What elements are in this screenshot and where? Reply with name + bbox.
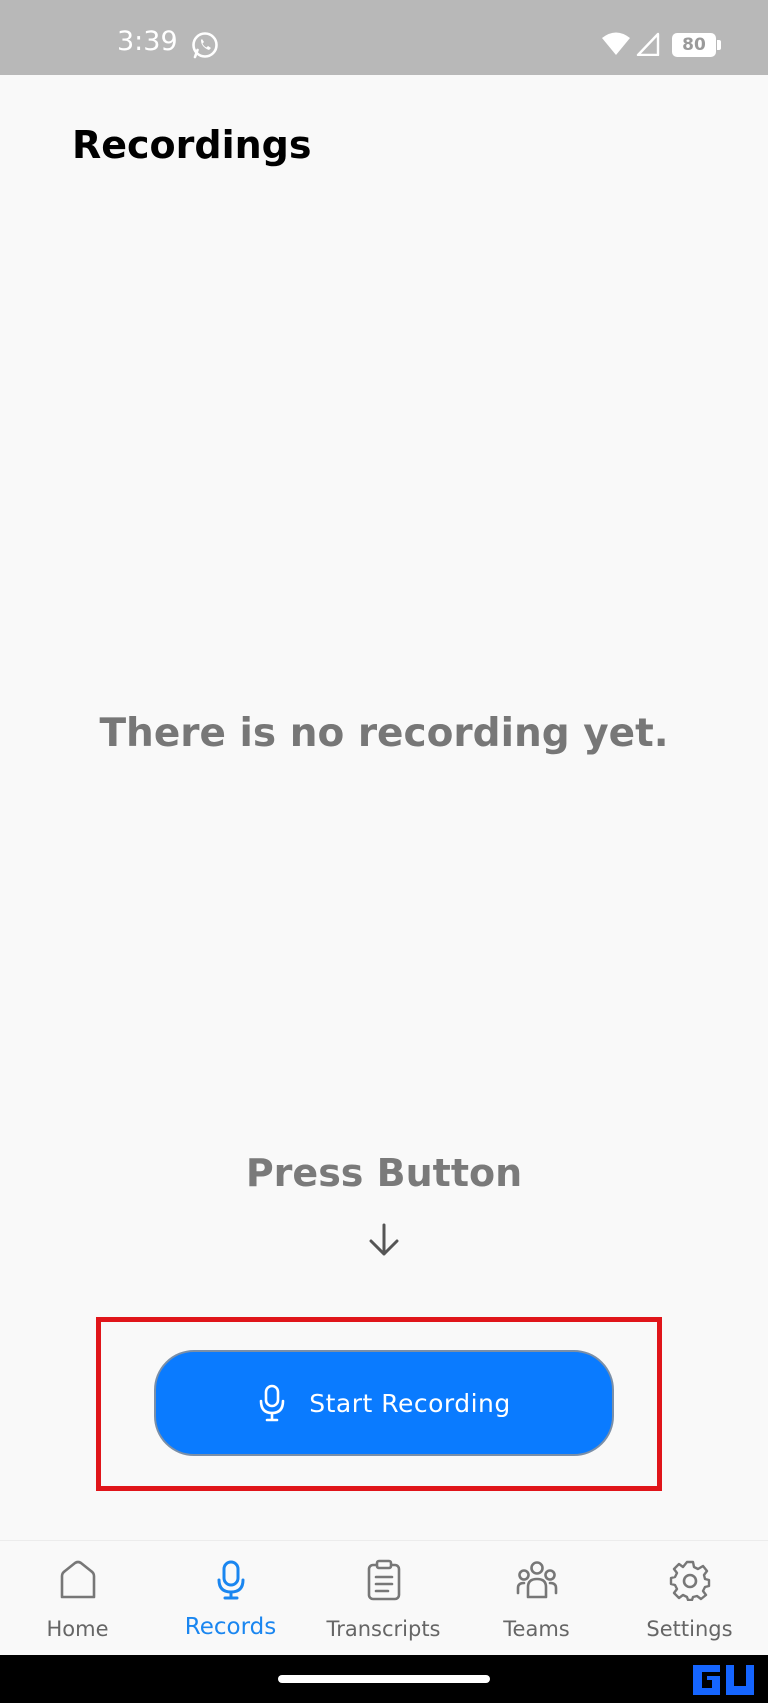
tab-transcripts[interactable]: Transcripts — [307, 1541, 460, 1661]
status-time: 3:39 — [117, 26, 178, 57]
tab-home-label: Home — [46, 1617, 109, 1641]
tab-teams[interactable]: Teams — [460, 1541, 613, 1661]
tab-teams-label: Teams — [503, 1617, 570, 1641]
start-recording-label: Start Recording — [309, 1388, 511, 1418]
app-screen: Recordings There is no recording yet. Pr… — [0, 75, 768, 1660]
tab-records[interactable]: Records — [154, 1541, 307, 1661]
tab-settings-label: Settings — [646, 1617, 733, 1641]
microphone-icon — [259, 1384, 285, 1422]
arrow-down-icon — [369, 1223, 399, 1256]
tab-records-label: Records — [184, 1614, 277, 1640]
empty-state-message: There is no recording yet. — [99, 711, 669, 756]
system-nav-bar — [0, 1655, 768, 1703]
tab-home[interactable]: Home — [1, 1541, 154, 1661]
tab-transcripts-label: Transcripts — [326, 1617, 441, 1641]
wifi-icon — [602, 32, 630, 55]
bottom-tab-bar: Home Records Transcripts Teams Settings — [0, 1540, 768, 1660]
clipboard-icon — [367, 1559, 401, 1601]
battery-icon: 80 — [672, 33, 716, 57]
status-bar: 3:39 80 — [0, 0, 768, 75]
start-recording-button[interactable]: Start Recording — [154, 1350, 614, 1456]
microphone-icon — [217, 1560, 245, 1600]
gear-icon — [669, 1560, 711, 1601]
battery-tip — [717, 40, 721, 50]
home-icon — [60, 1560, 96, 1599]
whatsapp-icon — [192, 32, 218, 59]
signal-icon — [636, 32, 660, 56]
logo-watermark — [693, 1665, 754, 1695]
press-button-hint: Press Button — [245, 1151, 523, 1195]
tab-settings[interactable]: Settings — [613, 1541, 766, 1661]
page-title: Recordings — [72, 123, 312, 167]
home-gesture-bar[interactable] — [278, 1675, 490, 1683]
people-icon — [516, 1561, 558, 1599]
